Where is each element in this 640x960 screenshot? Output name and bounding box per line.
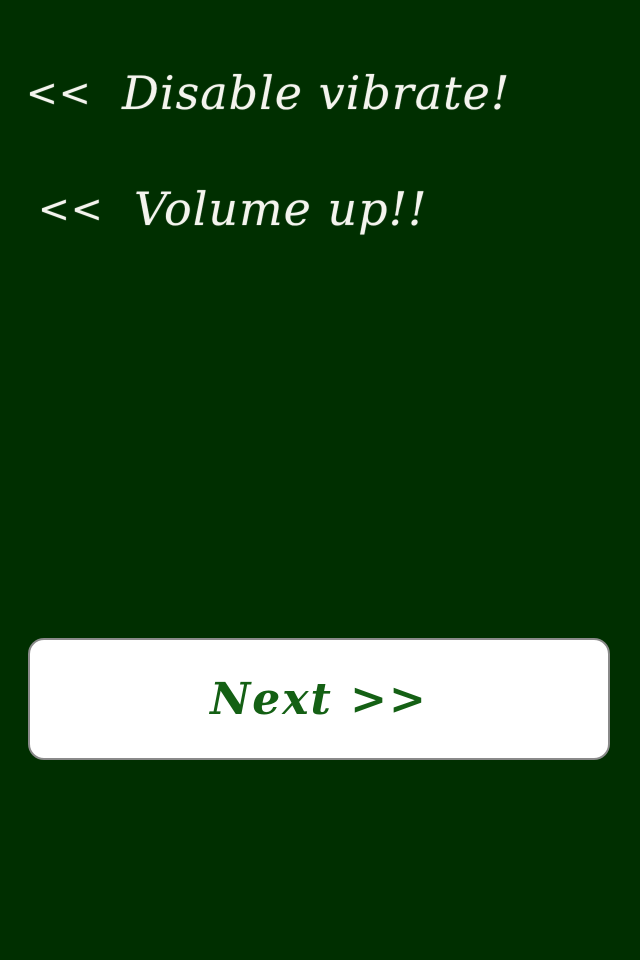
hint-disable-vibrate: << Disable vibrate! [26,66,510,120]
double-left-arrow-icon: << [26,71,92,115]
next-button[interactable]: Next >> [28,638,610,760]
double-left-arrow-icon: << [38,187,104,231]
hint-text-disable-vibrate: Disable vibrate! [122,66,511,120]
hint-text-volume-up: Volume up!! [134,182,428,236]
hint-volume-up: << Volume up!! [38,182,428,236]
next-button-label: Next >> [210,673,428,725]
